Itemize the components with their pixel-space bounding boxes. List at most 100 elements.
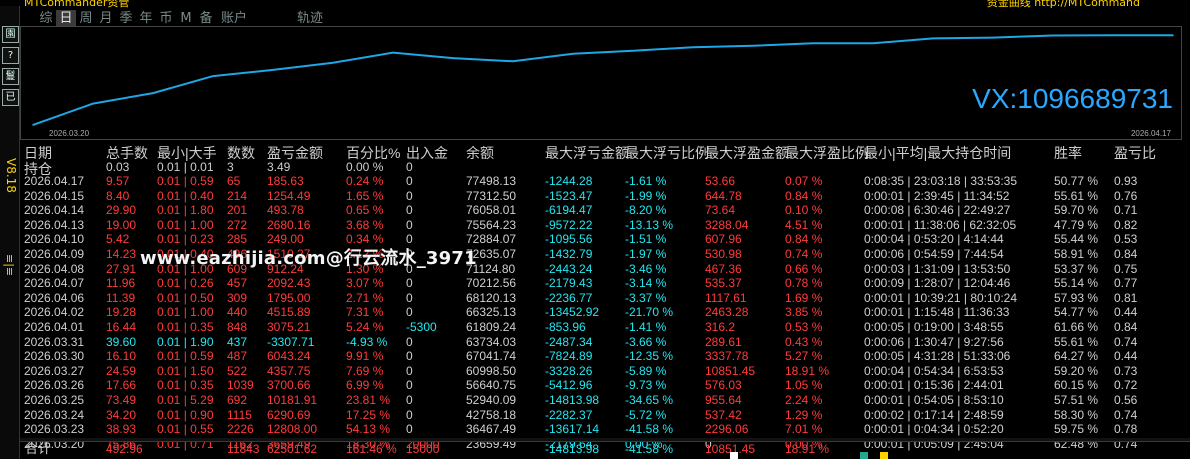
cell-mfp: 3337.78 (705, 349, 749, 364)
title-bar: MTCommander资管 资金曲线 http://MTCommand (0, 0, 1190, 9)
cell-mflp: -8.20 % (625, 203, 667, 218)
col-max-float-profit-pct[interactable]: 最大浮盈比例 (785, 143, 869, 163)
cell-balance: 63734.03 (466, 334, 517, 349)
cell-minmax: 0.01 | 0.50 (157, 290, 214, 305)
table-row[interactable]: 2026.03.30 16.10 0.01 | 0.59 487 6043.24 9.91… (24, 349, 1190, 364)
equity-point (32, 124, 34, 126)
cell-date: 2026.03.30 (24, 349, 85, 364)
col-max-float-loss[interactable]: 最大浮亏金额 (545, 143, 629, 163)
cell-pnl: 2092.43 (267, 276, 311, 291)
cell-count: 1039 (227, 378, 254, 393)
table-row[interactable]: 2026.04.14 29.90 0.01 | 1.80 201 493.78 0.65 … (24, 203, 1190, 218)
holding-pct: 0.00 % (346, 160, 384, 174)
cell-win: 58.91 % (1054, 246, 1099, 261)
status-marker (860, 452, 868, 459)
cell-date: 2026.04.01 (24, 319, 85, 334)
cell-date: 2026.03.25 (24, 392, 85, 407)
table-row[interactable]: 2026.04.01 16.44 0.01 | 0.35 848 3075.21 5.24… (24, 320, 1190, 335)
grip-icon[interactable]: ≡|≡ (3, 254, 16, 276)
cell-win: 61.66 % (1054, 319, 1099, 334)
cell-pnl: 6290.69 (267, 407, 311, 422)
cell-pl: 0.44 (1114, 349, 1138, 364)
cell-pct: 3.07 % (346, 276, 384, 291)
cell-mfpp: 0.84 % (785, 188, 823, 203)
col-max-float-profit[interactable]: 最大浮盈金额 (705, 143, 789, 163)
cell-balance: 36467.49 (466, 422, 517, 437)
cell-time: 0:00:05 | 4:31:28 | 51:33:06 (864, 349, 1011, 364)
table-row[interactable]: 2026.03.26 17.66 0.01 | 0.35 1039 3700.66 6.9… (24, 378, 1190, 393)
equity-point (92, 102, 94, 105)
cell-mflp: -21.70 % (625, 305, 674, 320)
table-row[interactable]: 2026.04.07 11.96 0.01 | 0.26 457 2092.43 3.07… (24, 276, 1190, 291)
cell-time: 0:00:08 | 6:30:46 | 22:49:27 (864, 203, 1011, 218)
cell-count: 487 (227, 349, 248, 364)
cell-mfp: 289.61 (705, 334, 742, 349)
cell-inout: 0 (406, 188, 413, 203)
cell-pnl: 10181.91 (267, 392, 318, 407)
cell-win: 50.77 % (1054, 174, 1099, 188)
cell-mflp: -5.72 % (625, 407, 667, 422)
cell-mflp: -1.99 % (625, 188, 667, 203)
total-max-float-loss-pct: -41.58 % (625, 442, 674, 456)
table-row[interactable]: 2026.04.06 11.39 0.01 | 0.50 309 1795.00 2.71… (24, 291, 1190, 306)
cell-lots: 39.60 (106, 334, 137, 349)
col-max-float-loss-pct[interactable]: 最大浮亏比例 (625, 143, 709, 163)
cell-minmax: 0.01 | 1.90 (157, 334, 214, 349)
export-icon[interactable]: 已 (2, 89, 19, 106)
cell-inout: 0 (406, 217, 413, 232)
cell-pct: 7.69 % (346, 363, 384, 378)
total-pnl: 62501.62 (267, 442, 318, 456)
cell-balance: 66325.13 (466, 305, 517, 320)
table-body: 2026.04.17 9.57 0.01 | 0.59 65 185.63 0.24 % 0… (24, 174, 1190, 451)
table-row[interactable]: 2026.04.13 19.00 0.01 | 1.00 272 2680.16 3.68… (24, 218, 1190, 233)
settings-icon[interactable]: 鬘 (2, 68, 19, 85)
cell-win: 55.14 % (1054, 276, 1099, 291)
table-row[interactable]: 2026.04.02 19.28 0.01 | 1.00 440 4515.89 7.31… (24, 305, 1190, 320)
col-win-rate[interactable]: 胜率 (1054, 143, 1082, 163)
cell-win: 58.30 % (1054, 407, 1099, 422)
equity-point (152, 92, 154, 94)
table-row[interactable]: 2026.04.17 9.57 0.01 | 0.59 65 185.63 0.24 % 0… (24, 174, 1190, 189)
help-icon[interactable]: ? (2, 47, 19, 64)
col-pl-ratio[interactable]: 盈亏比 (1114, 143, 1156, 163)
table-row[interactable]: 2026.04.15 8.40 0.01 | 0.40 214 1254.49 1.65 … (24, 189, 1190, 204)
table-row[interactable]: 2026.03.24 34.20 0.01 | 0.90 1115 6290.69 17.… (24, 408, 1190, 423)
cell-pl: 0.75 (1114, 261, 1138, 276)
table-row[interactable]: 2026.03.27 24.59 0.01 | 1.50 522 4357.75 7.69… (24, 364, 1190, 379)
cell-lots: 11.39 (106, 290, 136, 305)
cell-mfpp: 1.69 % (785, 290, 823, 305)
cell-pl: 0.71 (1114, 203, 1138, 218)
cell-minmax: 0.01 | 0.40 (157, 188, 214, 203)
cell-time: 0:00:03 | 1:31:09 | 13:53:50 (864, 261, 1011, 276)
cell-mfl: -3328.26 (545, 363, 593, 378)
cell-count: 272 (227, 217, 248, 232)
cell-balance: 52940.09 (466, 392, 517, 407)
cell-mfl: -2282.37 (545, 407, 593, 422)
cell-pl: 0.56 (1114, 392, 1138, 407)
table-row[interactable]: 2026.03.23 38.93 0.01 | 0.55 2226 12808.00 54… (24, 422, 1190, 437)
table-row[interactable]: 2026.03.25 73.49 0.01 | 5.29 692 10181.91 23.… (24, 393, 1190, 408)
version-label: V8.18 (4, 158, 18, 193)
cell-lots: 11.96 (106, 276, 136, 291)
col-balance[interactable]: 余额 (466, 143, 494, 163)
cell-date: 2026.03.24 (24, 407, 85, 422)
equity-point (452, 57, 454, 59)
table-row[interactable]: 2026.03.31 39.60 0.01 | 1.90 437 -3307.71 -4.… (24, 335, 1190, 350)
cell-pct: 6.99 % (346, 378, 384, 393)
total-pct: 161.46 % (346, 442, 397, 456)
cell-win: 59.75 % (1054, 422, 1099, 437)
cell-win: 55.61 % (1054, 188, 1099, 203)
cell-lots: 16.44 (106, 319, 137, 334)
cell-count: 214 (227, 188, 248, 203)
cell-mfp: 10851.45 (705, 363, 756, 378)
cell-date: 2026.04.13 (24, 217, 85, 232)
cell-minmax: 0.01 | 5.29 (157, 392, 214, 407)
cell-mfpp: 0.53 % (785, 319, 823, 334)
panel-icon[interactable]: 園 (2, 26, 19, 43)
cell-pnl: 4515.89 (267, 305, 311, 320)
col-hold-time[interactable]: 最小|平均|最大持仓时间 (864, 143, 1011, 163)
holding-row[interactable]: 持仓 0.03 0.01 | 0.01 3 3.49 0.00 % 0 (24, 160, 1190, 177)
equity-point (332, 61, 334, 64)
cell-balance: 77498.13 (466, 174, 517, 188)
cell-win: 54.77 % (1054, 305, 1099, 320)
